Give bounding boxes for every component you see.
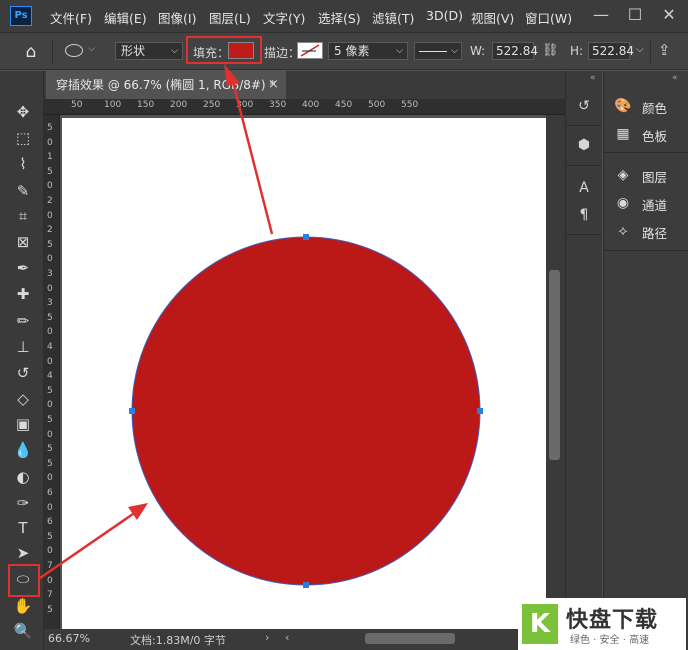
panel-color-label: 颜色	[642, 101, 668, 116]
chevron-right-icon[interactable]: ›	[265, 631, 269, 644]
arrowhead-to-shape	[128, 503, 148, 520]
grid-icon: ▦	[616, 126, 630, 142]
layers-icon: ◈	[617, 167, 629, 183]
paths-icon: ⟡	[618, 223, 628, 239]
anchor-point-left[interactable]	[129, 408, 135, 414]
arrow-line-to-shape	[39, 512, 134, 580]
ellipse-shape[interactable]	[131, 236, 481, 586]
watermark: K 快盘下载 绿色 · 安全 · 高速	[518, 598, 686, 650]
panel-layers-label: 图层	[642, 170, 668, 185]
character-panel-icon[interactable]: A	[575, 179, 593, 197]
panel-swatches[interactable]: ▦ 色板	[610, 123, 686, 145]
history-panel-icon[interactable]: ↺	[575, 97, 593, 115]
divider	[604, 250, 688, 251]
panel-color[interactable]: 🎨 颜色	[610, 95, 686, 117]
status-bar: 66.67% 文档:1.83M/0 字节 › ‹	[44, 629, 565, 650]
arrow-line-to-fill	[231, 81, 274, 235]
anchor-point-right[interactable]	[477, 408, 483, 414]
panel-channels-label: 通道	[642, 198, 668, 213]
divider	[566, 125, 602, 126]
watermark-brand: 快盘下载	[566, 608, 659, 633]
divider	[604, 152, 688, 153]
panel-swatches-label: 色板	[642, 129, 668, 144]
palette-icon: 🎨	[614, 98, 632, 114]
3d-panel-icon[interactable]: ⬢	[575, 136, 593, 154]
divider	[566, 234, 602, 235]
anchor-point-top[interactable]	[303, 234, 309, 240]
panel-paths-label: 路径	[642, 226, 668, 241]
panel-layers[interactable]: ◈ 图层	[610, 164, 686, 186]
collapse-panels-icon[interactable]: «	[672, 73, 678, 83]
divider	[566, 165, 602, 166]
vertical-scroll-thumb[interactable]	[549, 270, 560, 460]
collapse-dock-icon[interactable]: «	[590, 73, 596, 83]
panels-column	[603, 71, 688, 650]
panel-dock-strip	[565, 71, 602, 650]
arrowhead-to-fill	[224, 64, 240, 86]
channels-icon: ◉	[616, 195, 630, 211]
watermark-logo: K	[522, 604, 558, 644]
watermark-tagline: 绿色 · 安全 · 高速	[570, 635, 650, 646]
document-info: 文档:1.83M/0 字节	[130, 634, 226, 647]
chevron-left-icon[interactable]: ‹	[285, 631, 289, 644]
horizontal-scroll-thumb[interactable]	[365, 633, 455, 644]
panel-paths[interactable]: ⟡ 路径	[610, 220, 686, 242]
paragraph-panel-icon[interactable]: ¶	[575, 206, 593, 224]
anchor-point-bottom[interactable]	[303, 582, 309, 588]
zoom-level[interactable]: 66.67%	[48, 632, 90, 645]
panel-channels[interactable]: ◉ 通道	[610, 192, 686, 214]
